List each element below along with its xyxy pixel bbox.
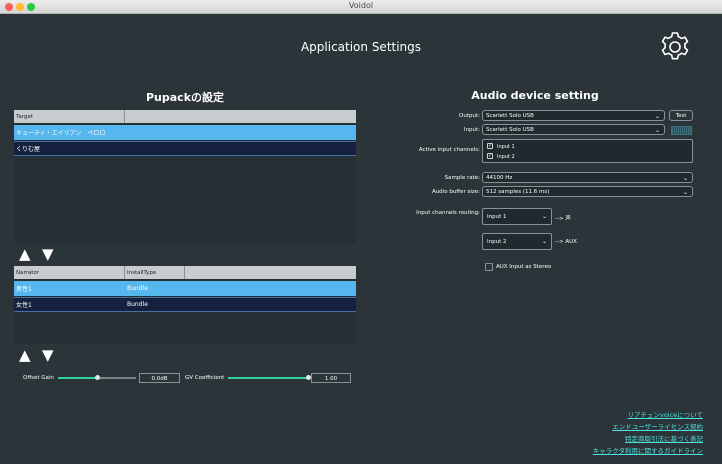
pupack-section-title: Pupackの設定 [145,91,225,104]
chevron-down-icon: ⌄ [682,189,688,196]
target-name: くりむ屋 [16,146,41,153]
audio-section-title: Audio device setting [471,89,599,102]
input-level-meter [671,126,692,135]
gv-coefficient-label: GV Coefficient [185,375,225,381]
narrator-extra-column-header[interactable] [185,266,356,279]
route-2-source: Input 2 [487,239,507,245]
narrator-row[interactable]: 男性1 Bundle [14,281,356,296]
narrator-move-down-button[interactable]: ▼ [42,348,54,363]
audio-buffer-size-label: Audio buffer size: [431,189,480,195]
route-1-select[interactable]: Input 1 ⌄ [482,208,552,225]
input-label: Input: [463,127,480,133]
narrator-install-type: Bundle [127,301,148,308]
target-row[interactable]: くりむ屋 [14,141,356,156]
output-select[interactable]: Scarlett Solo USB ⌄ [482,110,665,121]
target-column-header[interactable]: Target [14,110,125,123]
offset-gain-slider-knob[interactable] [94,375,100,380]
narrator-name: 男性1 [16,286,32,293]
input-2-checkbox[interactable]: ✓ [487,153,493,159]
audio-buffer-size-select[interactable]: 512 samples (11.6 ms) ⌄ [482,186,693,197]
active-input-channels-list: ✓ Input 1 ✓ Input 2 [482,139,693,163]
eula-link[interactable]: エンドユーザーライセンス契約 [503,421,703,431]
input-1-checkbox[interactable]: ✓ [487,143,493,149]
gv-coefficient-slider-knob[interactable] [305,375,311,380]
input-select[interactable]: Scarlett Solo USB ⌄ [482,124,665,135]
target-name: キューティ・エイリアン ペロロ [16,130,106,137]
active-input-channels-label: Active input channels: [418,147,480,153]
gear-icon[interactable] [658,30,692,64]
chevron-down-icon: ⌄ [541,213,547,220]
aux-stereo-checkbox[interactable] [485,263,493,271]
aux-stereo-label: AUX Input as Stereo [496,264,552,270]
input-channels-routing-label: Input channels routing: [416,210,480,216]
narrator-row[interactable]: 女性1 Bundle [14,297,356,312]
test-button[interactable]: Test [669,110,693,121]
commerce-law-link[interactable]: 特定商取引法に基づく表記 [503,433,703,443]
narrator-move-up-button[interactable]: ▲ [19,348,31,363]
chevron-down-icon: ⌄ [541,238,547,245]
target-extra-column-header[interactable] [125,110,356,123]
gv-coefficient-slider[interactable] [228,375,311,380]
page-title: Application Settings [300,40,422,54]
window-title: Voidol [348,1,374,10]
chevron-down-icon: ⌄ [682,175,688,182]
route-2-select[interactable]: Input 2 ⌄ [482,233,552,250]
install-type-column-header[interactable]: InstallType [125,266,185,279]
chevron-down-icon: ⌄ [654,113,660,120]
gv-coefficient-value[interactable]: 1.00 [311,373,351,383]
route-2-destination: --> AUX [555,239,577,245]
input-select-value: Scarlett Solo USB [486,127,534,133]
gv-coefficient-slider-fill [228,377,308,379]
offset-gain-slider[interactable] [58,375,136,380]
output-label: Output: [459,113,480,119]
target-table: Target キューティ・エイリアン ペロロ くりむ屋 [14,110,356,243]
narrator-install-type: Bundle [127,285,148,292]
route-1-source: Input 1 [487,214,507,220]
sample-rate-value: 44100 Hz [486,175,513,181]
input-2-label: Input 2 [497,154,515,160]
offset-gain-value[interactable]: 0.0dB [139,373,180,383]
target-move-down-button[interactable]: ▼ [42,247,54,262]
offset-gain-label: Offset Gain [23,375,54,381]
offset-gain-slider-fill [58,377,97,379]
sample-rate-label: Sample rate: [444,175,480,181]
narrator-name: 女性1 [16,302,32,309]
output-select-value: Scarlett Solo USB [486,113,534,119]
input-1-label: Input 1 [497,144,515,150]
narrator-table: Narrator InstallType 男性1 Bundle 女性1 Bund… [14,266,356,344]
sample-rate-select[interactable]: 44100 Hz ⌄ [482,172,693,183]
route-1-destination: --> 声 [555,216,571,222]
character-guidelines-link[interactable]: キャラクタ利用に関するガイドライン [503,445,703,455]
target-row[interactable]: キューティ・エイリアン ペロロ [14,125,356,140]
narrator-column-header[interactable]: Narrator [14,266,125,279]
chevron-down-icon: ⌄ [654,127,660,134]
audio-buffer-size-value: 512 samples (11.6 ms) [486,189,550,195]
target-move-up-button[interactable]: ▲ [19,247,31,262]
about-link[interactable]: リアチェンvoiceについて [503,409,703,419]
